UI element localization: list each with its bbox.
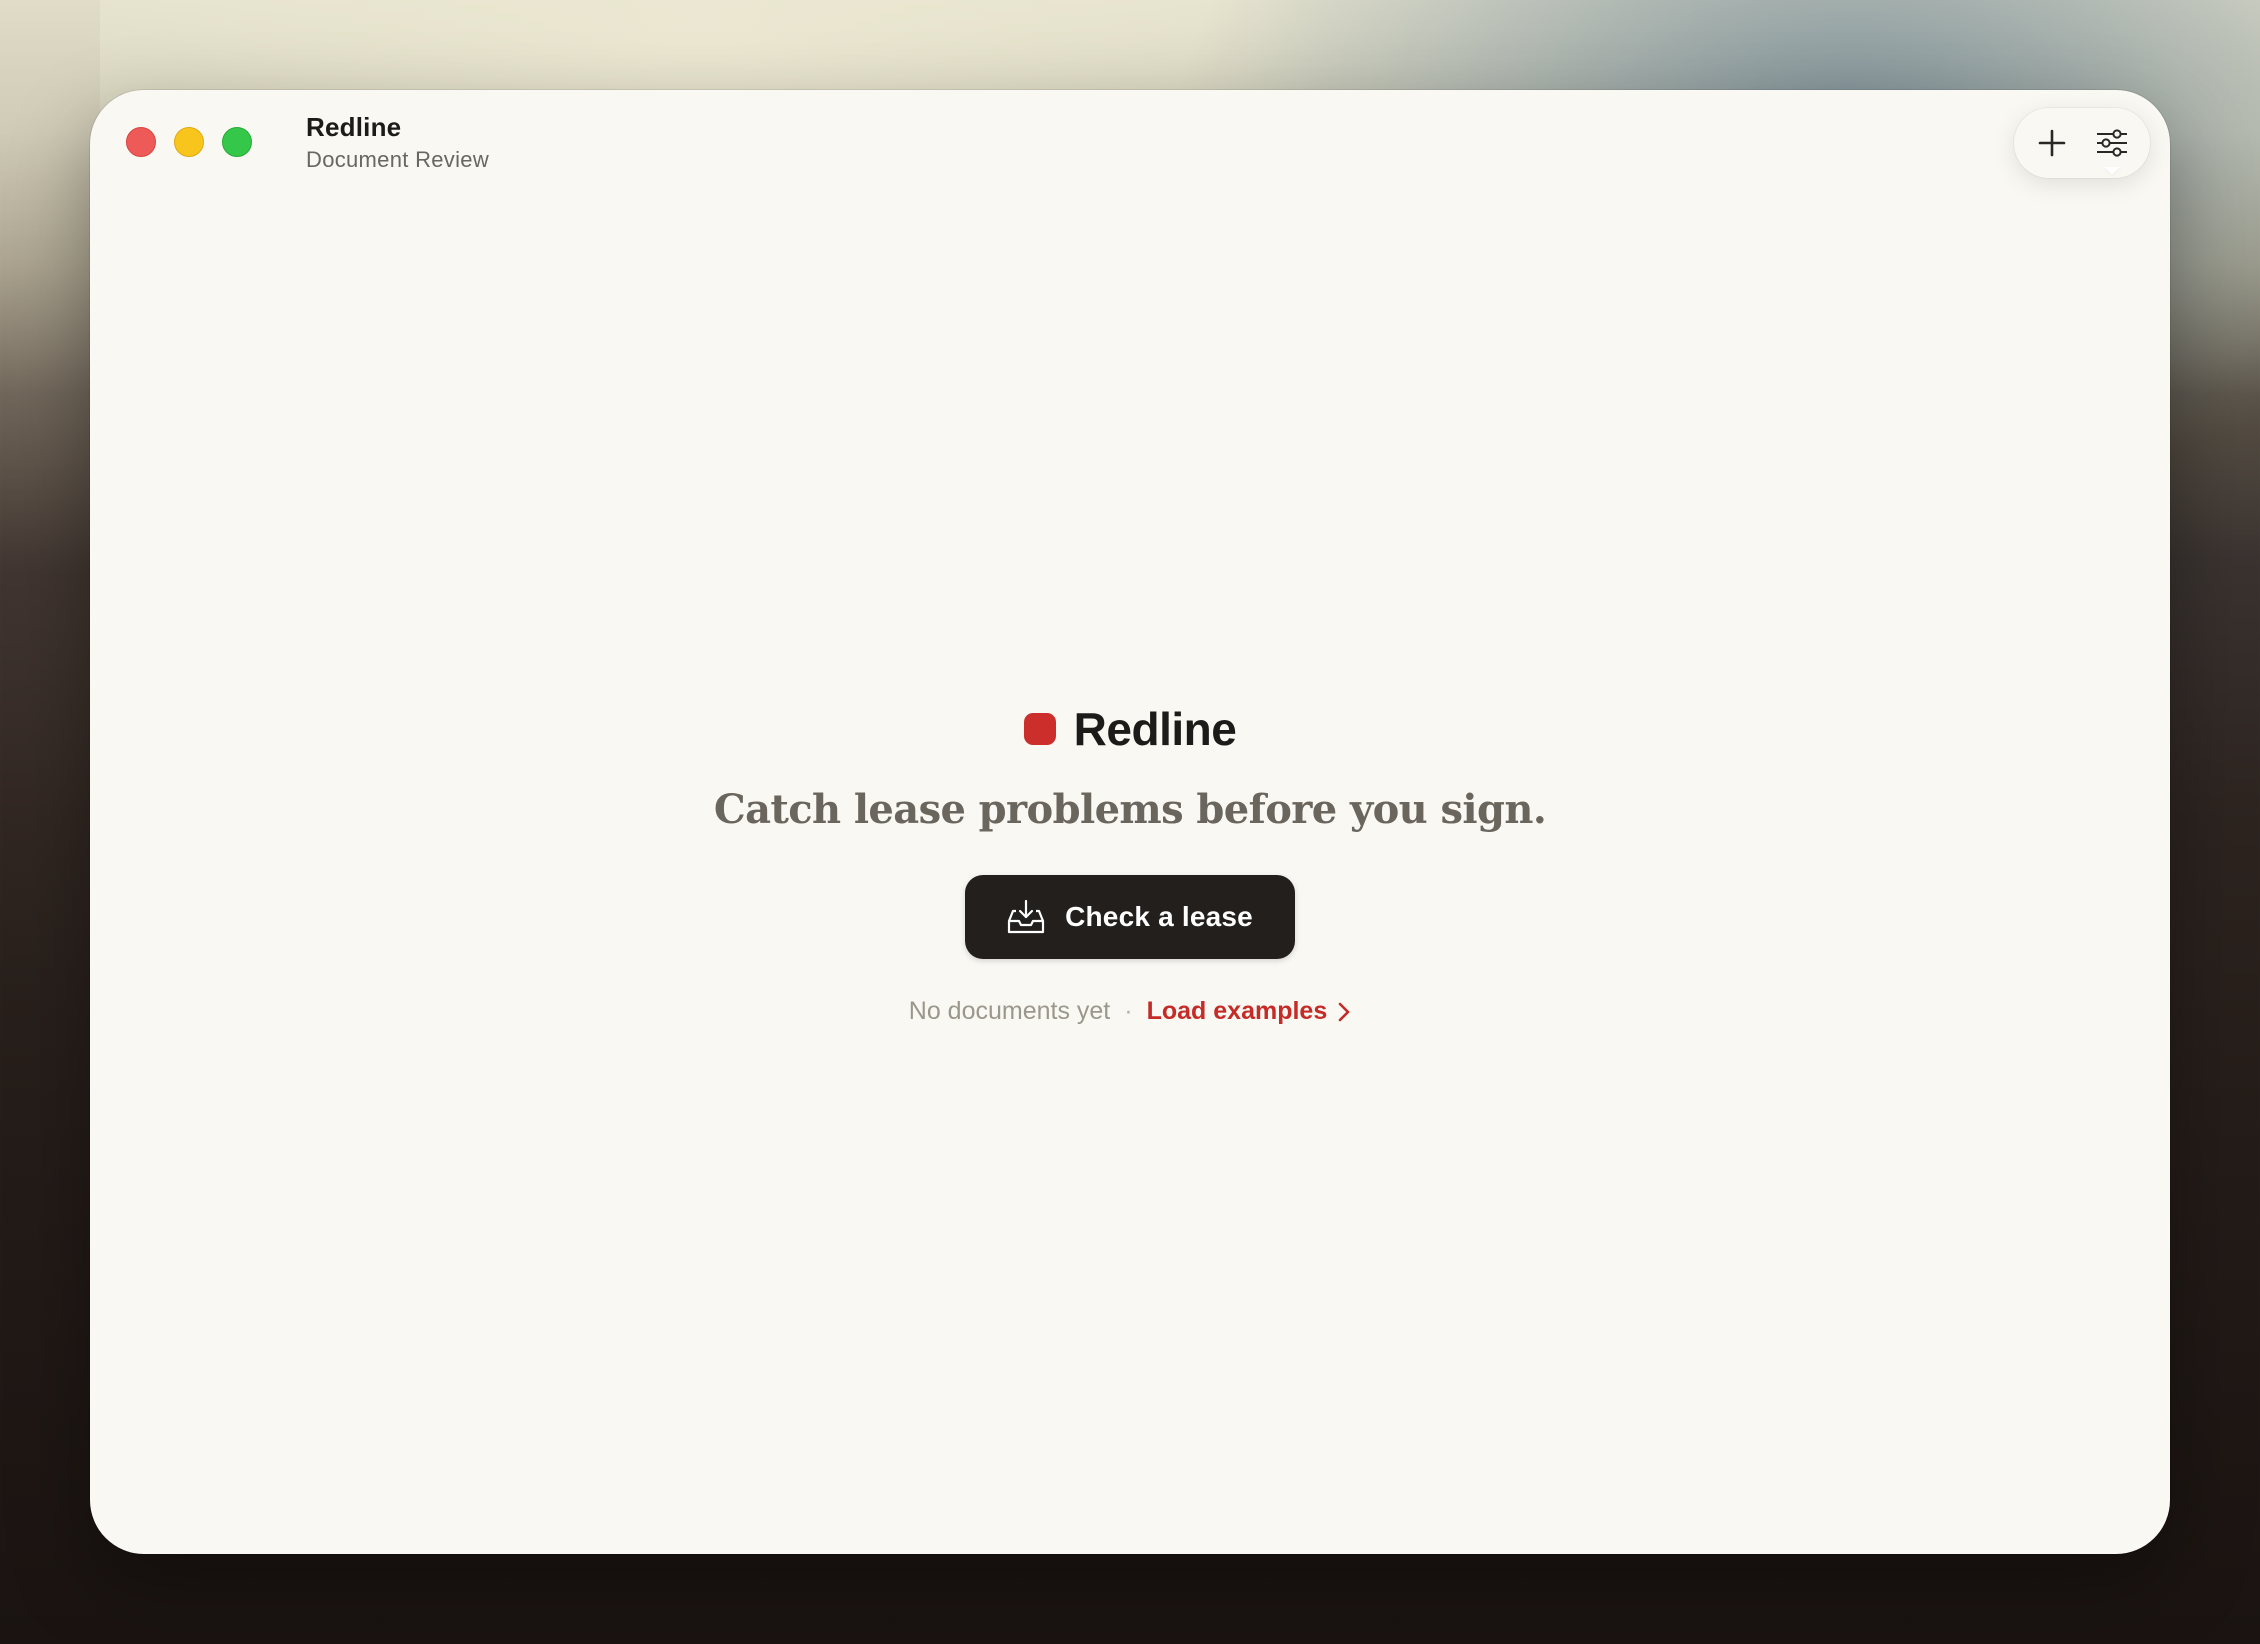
app-window: Redline Document Review Redline Catch le… xyxy=(90,90,2170,1554)
toolbar xyxy=(2014,108,2150,178)
load-examples-label: Load examples xyxy=(1146,997,1328,1025)
empty-documents-text: No documents yet xyxy=(908,997,1111,1025)
app-subtitle: Document Review xyxy=(306,147,490,172)
close-window-button[interactable] xyxy=(126,127,156,157)
inbox-download-icon xyxy=(1007,899,1045,934)
sliders-icon xyxy=(2097,129,2127,157)
document-status-row: No documents yet · Load examples xyxy=(909,997,1351,1026)
new-document-button[interactable] xyxy=(2026,117,2078,169)
check-lease-button[interactable]: Check a lease xyxy=(965,875,1295,959)
desktop-background xyxy=(0,0,100,1644)
load-examples-link[interactable]: Load examples xyxy=(1147,997,1352,1026)
maximize-window-button[interactable] xyxy=(222,127,252,157)
app-name: Redline xyxy=(306,112,402,142)
window-title: Redline Document Review xyxy=(306,114,489,171)
separator-dot: · xyxy=(1124,997,1133,1025)
menu-caret-icon xyxy=(2104,167,2120,175)
check-lease-label: Check a lease xyxy=(1065,901,1253,932)
tagline: Catch lease problems before you sign. xyxy=(713,786,1547,833)
brand-logo-icon xyxy=(1023,713,1056,745)
brand-name: Redline xyxy=(1073,703,1237,755)
empty-state: Redline Catch lease problems before you … xyxy=(90,702,2170,1026)
window-controls xyxy=(126,127,252,157)
brand-lockup: Redline xyxy=(1023,702,1237,756)
chevron-right-icon xyxy=(1338,1002,1350,1021)
minimize-window-button[interactable] xyxy=(174,127,204,157)
plus-icon xyxy=(2038,129,2066,157)
settings-button[interactable] xyxy=(2086,117,2138,175)
